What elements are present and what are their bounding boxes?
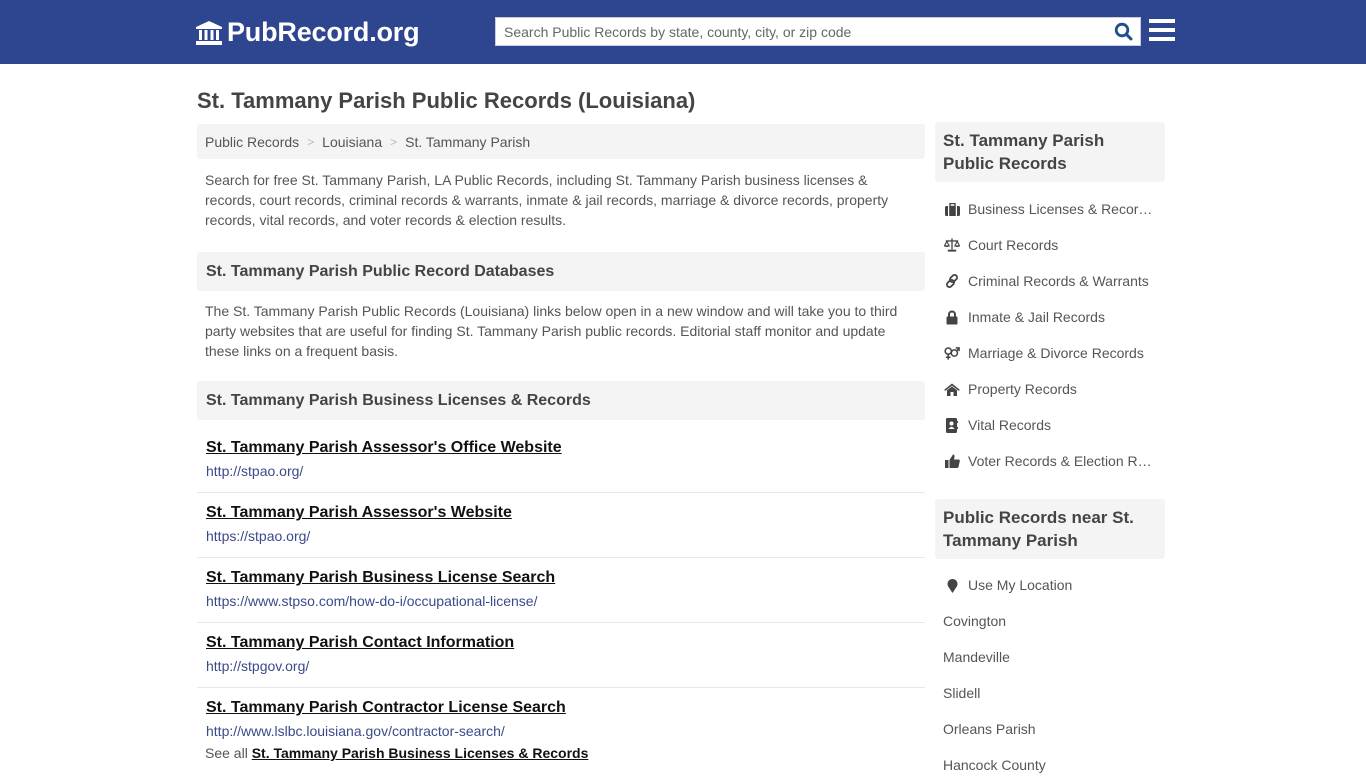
sidebar-item-label: Criminal Records & Warrants xyxy=(968,273,1149,289)
menu-bar xyxy=(1149,28,1175,32)
sidebar-item-label: Property Records xyxy=(968,381,1077,397)
sidebar-item-label: Vital Records xyxy=(968,417,1052,433)
record-link-url[interactable]: http://www.lslbc.louisiana.gov/contracto… xyxy=(206,723,916,739)
main-content: Public Records > Louisiana > St. Tammany… xyxy=(197,124,925,761)
record-link-title[interactable]: St. Tammany Parish Contact Information xyxy=(206,633,916,653)
use-my-location-button[interactable]: Use My Location xyxy=(935,567,1165,603)
near-item[interactable]: Orleans Parish xyxy=(935,711,1165,747)
contact-book-icon xyxy=(944,417,960,433)
business-link-list: St. Tammany Parish Assessor's Office Web… xyxy=(197,428,925,753)
databases-heading: St. Tammany Parish Public Record Databas… xyxy=(197,252,925,291)
sidebar-near-heading: Public Records near St. Tammany Parish xyxy=(935,499,1165,559)
sidebar-item-vital[interactable]: Vital Records xyxy=(935,407,1165,443)
near-item[interactable]: Covington xyxy=(935,603,1165,639)
sidebar-item-label: Marriage & Divorce Records xyxy=(968,345,1144,361)
sidebar-records-heading: St. Tammany Parish Public Records xyxy=(935,122,1165,182)
page-title: St. Tammany Parish Public Records (Louis… xyxy=(197,88,696,113)
menu-bar xyxy=(1149,37,1175,41)
list-item: St. Tammany Parish Assessor's Office Web… xyxy=(197,428,925,493)
courthouse-icon xyxy=(196,20,222,45)
record-link-title[interactable]: St. Tammany Parish Contractor License Se… xyxy=(206,698,916,718)
sidebar-item-label: Voter Records & Election Results xyxy=(968,453,1153,469)
breadcrumb-separator: > xyxy=(307,134,315,149)
search-input[interactable] xyxy=(496,18,1106,45)
sidebar-item-label: Inmate & Jail Records xyxy=(968,309,1105,325)
list-item: St. Tammany Parish Contractor License Se… xyxy=(197,688,925,753)
record-link-title[interactable]: St. Tammany Parish Assessor's Office Web… xyxy=(206,438,916,458)
scale-icon xyxy=(944,237,960,253)
sidebar-item-label: Business Licenses & Records xyxy=(968,201,1153,217)
see-all-prefix: See all xyxy=(205,745,248,761)
sidebar-item-voter[interactable]: Voter Records & Election Results xyxy=(935,443,1165,479)
sidebar-item-label: Court Records xyxy=(968,237,1059,253)
sidebar-item-criminal[interactable]: Criminal Records & Warrants xyxy=(935,263,1165,299)
near-list: Use My Location Covington Mandeville Sli… xyxy=(935,567,1165,783)
breadcrumb-item[interactable]: Public Records xyxy=(205,134,299,150)
business-heading: St. Tammany Parish Business Licenses & R… xyxy=(197,381,925,420)
sidebar-item-inmate[interactable]: Inmate & Jail Records xyxy=(935,299,1165,335)
sidebar-item-property[interactable]: Property Records xyxy=(935,371,1165,407)
breadcrumb-item[interactable]: Louisiana xyxy=(322,134,382,150)
link-icon xyxy=(944,273,960,289)
thumbs-up-icon xyxy=(944,453,960,469)
use-my-location-label: Use My Location xyxy=(968,577,1073,593)
record-link-title[interactable]: St. Tammany Parish Assessor's Website xyxy=(206,503,916,523)
hamburger-menu-button[interactable] xyxy=(1149,19,1175,41)
near-item[interactable]: Mandeville xyxy=(935,639,1165,675)
near-item[interactable]: Slidell xyxy=(935,675,1165,711)
breadcrumb-item-current[interactable]: St. Tammany Parish xyxy=(405,134,530,150)
breadcrumb: Public Records > Louisiana > St. Tammany… xyxy=(197,124,925,159)
list-item: St. Tammany Parish Business License Sear… xyxy=(197,558,925,623)
search-icon xyxy=(1114,22,1132,41)
sidebar: St. Tammany Parish Public Records Busine… xyxy=(935,122,1165,783)
briefcase-icon xyxy=(944,201,960,217)
search-bar xyxy=(495,17,1141,46)
record-link-url[interactable]: https://www.stpso.com/how-do-i/occupatio… xyxy=(206,593,916,609)
intro-text: Search for free St. Tammany Parish, LA P… xyxy=(205,172,889,228)
record-link-title[interactable]: St. Tammany Parish Business License Sear… xyxy=(206,568,916,588)
site-logo[interactable]: PubRecord.org xyxy=(195,17,420,48)
home-icon xyxy=(944,381,960,397)
list-item: St. Tammany Parish Contact Information h… xyxy=(197,623,925,688)
gender-icon xyxy=(944,345,960,361)
breadcrumb-separator: > xyxy=(390,134,398,149)
sidebar-item-business[interactable]: Business Licenses & Records xyxy=(935,191,1165,227)
list-item: St. Tammany Parish Assessor's Website ht… xyxy=(197,493,925,558)
menu-bar xyxy=(1149,19,1175,23)
search-button[interactable] xyxy=(1106,18,1140,45)
sidebar-records-list: Business Licenses & Records Court Record… xyxy=(935,191,1165,479)
lock-icon xyxy=(944,309,960,325)
record-link-url[interactable]: http://stpao.org/ xyxy=(206,463,916,479)
map-marker-icon xyxy=(944,577,960,593)
databases-description: The St. Tammany Parish Public Records (L… xyxy=(205,303,898,359)
sidebar-item-court[interactable]: Court Records xyxy=(935,227,1165,263)
see-all-link[interactable]: St. Tammany Parish Business Licenses & R… xyxy=(252,745,589,761)
record-link-url[interactable]: http://stpgov.org/ xyxy=(206,658,916,674)
record-link-url[interactable]: https://stpao.org/ xyxy=(206,528,916,544)
top-navbar: PubRecord.org xyxy=(0,0,1366,64)
logo-text: PubRecord.org xyxy=(227,17,420,47)
sidebar-item-marriage[interactable]: Marriage & Divorce Records xyxy=(935,335,1165,371)
see-all-row: See all St. Tammany Parish Business Lice… xyxy=(197,745,925,761)
near-item[interactable]: Hancock County xyxy=(935,747,1165,783)
